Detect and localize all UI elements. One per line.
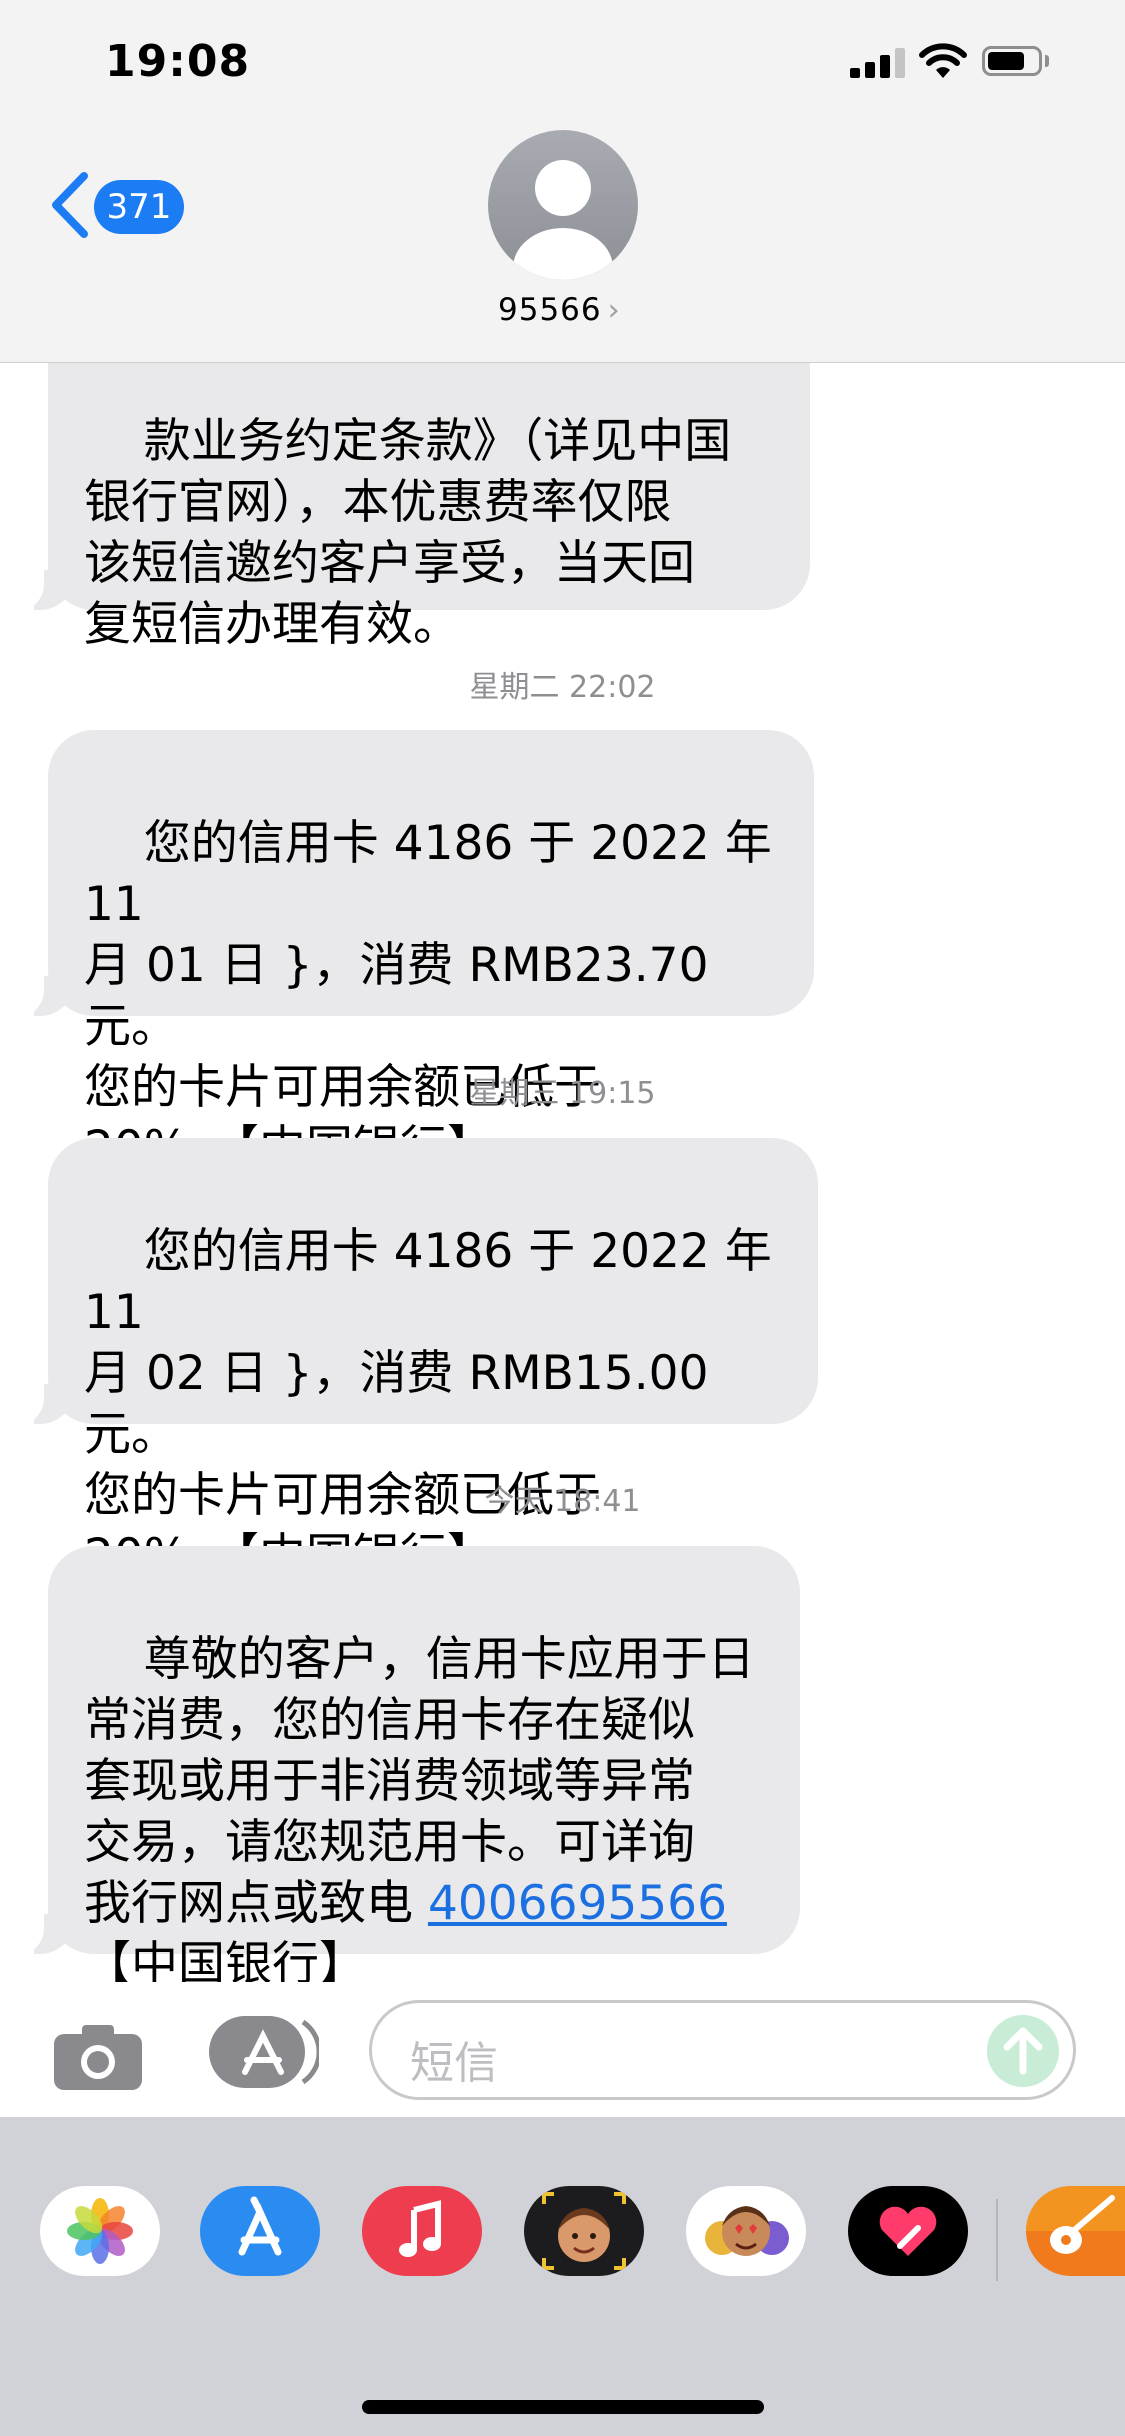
message-text: 您的信用卡 4186 于 2022 年 11 月 01 日 }，消费 RMB23… [84, 816, 772, 1176]
app-store-icon[interactable] [200, 2186, 320, 2276]
conversation-header: 19:08 371 95566 › [0, 0, 1125, 363]
message-timestamp: 今天 18:41 [484, 1484, 641, 1519]
memoji-stickers-icon[interactable] [524, 2186, 644, 2276]
music-icon[interactable] [362, 2186, 482, 2276]
message-input-placeholder: 短信 [410, 2038, 498, 2089]
send-arrow-icon[interactable] [987, 2015, 1059, 2087]
message-list[interactable]: 款业务约定条款》（详见中国 银行官网），本优惠费率仅限 该短信邀约客户享受，当天… [0, 362, 1125, 1982]
message-text: 您的信用卡 4186 于 2022 年 11 月 02 日 }，消费 RMB15… [84, 1224, 772, 1584]
unread-count-badge[interactable]: 371 [94, 180, 184, 234]
bubble-tail [4, 974, 74, 1018]
message-text-suffix: 【中国银行】 [84, 1937, 366, 1982]
cellular-signal-icon [850, 48, 906, 78]
bubble-tail [4, 1912, 74, 1956]
message-input[interactable]: 短信 [369, 2000, 1076, 2100]
battery-tip [1045, 55, 1049, 67]
message-text: 款业务约定条款》（详见中国 银行官网），本优惠费率仅限 该短信邀约客户享受，当天… [84, 414, 732, 652]
digital-touch-icon[interactable] [848, 2186, 968, 2276]
wifi-icon [919, 43, 967, 78]
imessage-app-drawer [0, 2117, 1125, 2436]
contact-avatar[interactable] [488, 130, 638, 280]
avatar-person-icon [535, 160, 591, 216]
message-bubble[interactable]: 您的信用卡 4186 于 2022 年 11 月 01 日 }，消费 RMB23… [48, 730, 814, 1176]
message-bubble[interactable]: 款业务约定条款》（详见中国 银行官网），本优惠费率仅限 该短信邀约客户享受，当天… [48, 362, 810, 652]
bubble-tail [4, 1382, 74, 1426]
home-indicator [362, 2400, 764, 2414]
contact-name-button[interactable]: 95566 › [498, 292, 621, 328]
app-store-toggle-icon[interactable] [207, 2014, 319, 2090]
camera-icon[interactable] [52, 2022, 144, 2092]
contact-name: 95566 [498, 292, 602, 328]
message-bubble[interactable]: 尊敬的客户，信用卡应用于日 常消费，您的信用卡存在疑似 套现或用于非消费领域等异… [48, 1546, 800, 1982]
avatar-person-body [513, 228, 613, 280]
message-bubble[interactable]: 您的信用卡 4186 于 2022 年 11 月 02 日 }，消费 RMB15… [48, 1138, 818, 1584]
garageband-icon[interactable] [1026, 2186, 1125, 2276]
message-timestamp: 星期二 22:02 [469, 670, 656, 705]
animoji-icon[interactable] [686, 2186, 806, 2276]
phone-number-link[interactable]: 4006695566 [428, 1876, 727, 1931]
battery-icon [982, 46, 1042, 76]
back-chevron-icon[interactable] [48, 170, 92, 240]
message-timestamp: 星期三 19:15 [469, 1076, 656, 1111]
bubble-tail [4, 568, 74, 612]
photos-icon[interactable] [40, 2186, 160, 2276]
compose-bar: 短信 [0, 1982, 1125, 2117]
chevron-right-icon: › [607, 293, 621, 328]
drawer-divider [996, 2199, 998, 2281]
status-time: 19:08 [105, 36, 251, 87]
